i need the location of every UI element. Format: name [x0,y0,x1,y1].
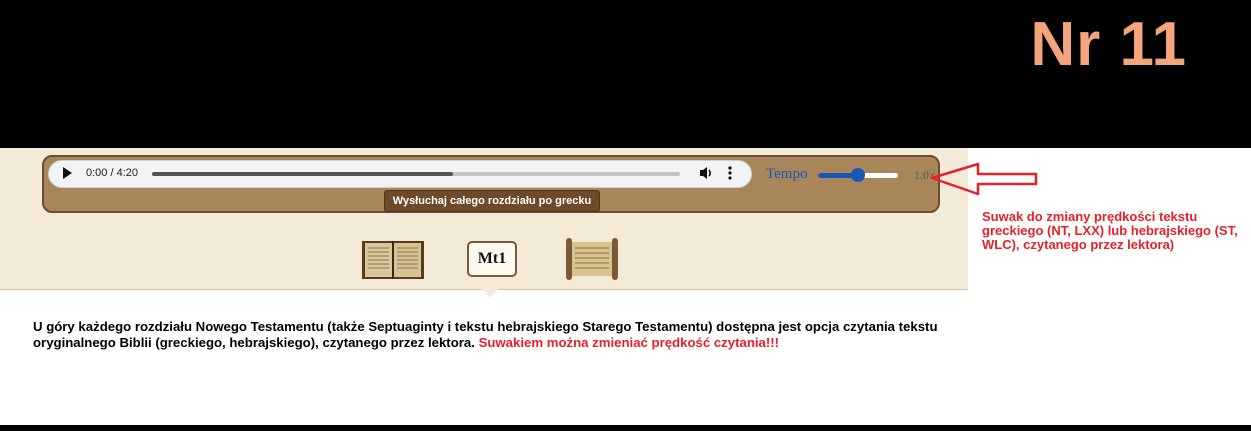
listen-chapter-button[interactable]: Wysłuchaj całego rozdziału po grecku [384,190,600,212]
audio-progress-bar[interactable] [152,172,680,176]
audio-time: 0:00 / 4:20 [86,167,138,179]
more-vert-icon[interactable] [726,164,734,182]
slide-footer-band [0,425,1251,431]
description-text: U góry każdego rozdziału Nowego Testamen… [33,319,993,351]
chapter-label[interactable]: Mt1 [467,241,517,277]
description-highlight: Suwakiem można zmieniać prędkość czytani… [478,335,780,350]
book-icon[interactable] [360,237,426,281]
slide-number: Nr 11 [1030,10,1187,79]
audio-progress-fill [152,172,453,176]
play-icon[interactable] [63,167,72,179]
scroll-icon[interactable] [560,236,624,282]
annotation-text: Suwak do zmiany prędkości tekstu greckie… [982,209,1238,252]
tempo-label: Tempo [766,166,808,182]
tempo-slider-thumb[interactable] [851,168,865,182]
volume-icon[interactable] [698,164,714,182]
arrow-icon [930,162,1038,196]
